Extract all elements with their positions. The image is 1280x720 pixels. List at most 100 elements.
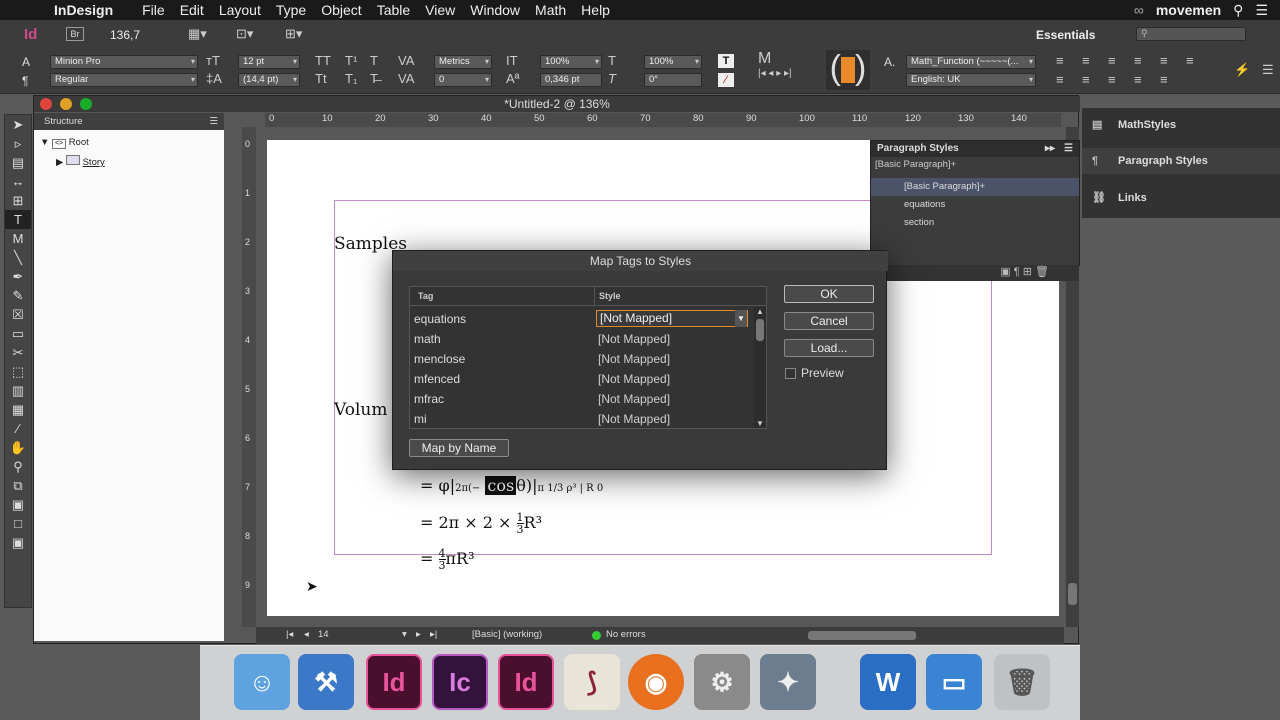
gradient-tool-icon[interactable]: ▥ — [5, 381, 31, 400]
scissors-tool-icon[interactable]: ✂ — [5, 343, 31, 362]
menu-math[interactable]: Math — [535, 2, 581, 18]
all-caps-icon[interactable]: TT — [315, 53, 331, 68]
structure-menu-icon[interactable]: ☰ — [209, 113, 218, 130]
content-collector-icon[interactable]: ⊞ — [5, 191, 31, 210]
strikethrough-icon[interactable]: T̶ — [370, 71, 378, 86]
finder-icon[interactable]: ☺ — [234, 654, 290, 710]
menu-table[interactable]: Table — [377, 2, 425, 18]
equation-1[interactable]: = φ|2π(− cos θ)|π 1/3 ρ³ | R 0 — [420, 476, 603, 495]
align-right-icon[interactable]: ≡ — [1108, 53, 1116, 68]
align-center-icon[interactable]: ≡ — [1082, 53, 1090, 68]
normal-view-icon[interactable]: □ — [5, 514, 31, 533]
align-left-icon[interactable]: ≡ — [1056, 53, 1064, 68]
new-style-icon[interactable]: ⊞ — [1023, 266, 1032, 278]
menu-edit[interactable]: Edit — [180, 2, 219, 18]
view-options-icon[interactable]: ▦▾ — [188, 26, 207, 42]
arrange-documents-icon[interactable]: ⊞▾ — [285, 26, 302, 42]
table-row[interactable]: mfrac [Not Mapped] — [410, 389, 755, 409]
fill-text-icon[interactable]: T — [718, 54, 734, 68]
note-tool-icon[interactable]: ▦ — [5, 400, 31, 419]
character-formatting-icon[interactable]: A — [22, 55, 30, 69]
gear-icon[interactable]: ⚙ — [694, 654, 750, 710]
table-row[interactable]: mfenced [Not Mapped] — [410, 369, 755, 389]
justify-left-icon[interactable]: ≡ — [1056, 72, 1064, 87]
character-style-field[interactable]: Math_Function (~~~~~(... ▾ — [906, 55, 1036, 69]
justify-icon[interactable]: ≡ — [1134, 53, 1142, 68]
page-dropdown-icon[interactable]: ▾ — [402, 629, 407, 640]
pencil-tool-icon[interactable]: ✎ — [5, 286, 31, 305]
notifications-icon[interactable]: ☰ — [1255, 2, 1268, 19]
paragraph-style-basic[interactable]: [Basic Paragraph]+ — [871, 178, 1079, 196]
paragraph-style-equations[interactable]: equations — [871, 196, 1079, 214]
map-by-name-button[interactable]: Map by Name — [409, 439, 509, 457]
panel-menu-icon[interactable]: ☰ — [1064, 141, 1073, 157]
page-tool-icon[interactable]: ▤ — [5, 153, 31, 172]
trash-icon[interactable]: 🗑 — [994, 654, 1050, 710]
indesign-icon[interactable]: Id — [366, 654, 422, 710]
collapse-triangle-icon[interactable]: ▶ — [56, 157, 63, 168]
justify-all-icon[interactable]: ≡ — [1160, 53, 1168, 68]
table-scrollbar[interactable]: ▲ ▼ — [754, 307, 766, 428]
preview-label[interactable]: Preview — [801, 366, 844, 380]
first-page-icon[interactable]: |◂ — [286, 629, 293, 640]
justify-center-icon[interactable]: ≡ — [1082, 72, 1090, 87]
skew-field[interactable]: 0° — [644, 73, 702, 87]
expand-triangle-icon[interactable]: ▼ — [40, 137, 49, 148]
align-away-spine-icon[interactable]: ≡ — [1160, 72, 1168, 87]
hand-tool-icon[interactable]: ✋ — [5, 438, 31, 457]
language-field[interactable]: English: UK ▾ — [906, 73, 1036, 87]
pen-tool-icon[interactable]: ✒ — [5, 267, 31, 286]
table-row[interactable]: mi [Not Mapped] — [410, 409, 755, 429]
new-group-icon[interactable]: ▣ — [1000, 266, 1010, 278]
preflight-profile[interactable]: [Basic] (working) — [472, 629, 542, 640]
heading-volume[interactable]: Volum — [334, 400, 387, 420]
equation-2[interactable]: = 2π × 2 × 1 3 R³ — [420, 512, 542, 535]
word-icon[interactable]: W — [860, 654, 916, 710]
menu-layout[interactable]: Layout — [219, 2, 276, 18]
preflight-status[interactable]: No errors — [606, 629, 646, 640]
scroll-down-icon[interactable]: ▼ — [756, 419, 764, 428]
stroke-none-icon[interactable]: ⁄ — [718, 73, 734, 87]
selection-tool-icon[interactable]: ➤ — [5, 115, 31, 134]
imovie-icon[interactable]: ✦ — [760, 654, 816, 710]
zoom-level[interactable]: 136,7 — [110, 28, 140, 42]
vertical-scale-field[interactable]: 100% ▾ — [540, 55, 602, 69]
menu-app[interactable]: InDesign — [54, 2, 142, 18]
quick-apply-icon[interactable]: ⚡ — [1234, 62, 1250, 78]
table-scroll-thumb[interactable] — [756, 319, 764, 341]
align-towards-spine-icon[interactable]: ≡ — [1186, 53, 1194, 68]
load-button[interactable]: Load... — [784, 339, 874, 357]
menu-object[interactable]: Object — [321, 2, 376, 18]
rectangle-frame-tool-icon[interactable]: ☒ — [5, 305, 31, 324]
last-page-icon[interactable]: ▸| — [430, 629, 437, 640]
menu-file[interactable]: File — [142, 2, 180, 18]
line-tool-icon[interactable]: ╲ — [5, 248, 31, 267]
baseline-shift-field[interactable]: 0,346 pt — [540, 73, 602, 87]
column-header-tag[interactable]: Tag — [418, 287, 433, 305]
math-m-icon[interactable]: M — [758, 50, 771, 68]
delete-style-icon[interactable]: 🗑 — [1035, 266, 1049, 278]
column-header-style[interactable]: Style — [594, 287, 621, 305]
screen-mode-tool-icon[interactable]: ▣ — [5, 533, 31, 552]
style-select-dropdown[interactable]: [Not Mapped] ▼ — [596, 310, 748, 327]
indesign-icon-2[interactable]: Id — [498, 654, 554, 710]
menu-window[interactable]: Window — [470, 2, 535, 18]
zoom-window-button[interactable] — [80, 98, 92, 110]
panel-menu-icon[interactable]: ☰ — [1262, 62, 1274, 78]
eyedropper-tool-icon[interactable]: ⁄ — [5, 419, 31, 438]
justify-right-icon[interactable]: ≡ — [1108, 72, 1116, 87]
page-number-field[interactable]: 14 — [318, 629, 329, 640]
panel-links[interactable]: ⛓ Links — [1082, 185, 1280, 211]
equation-3[interactable]: = 4 3 πR³ — [420, 548, 474, 571]
panel-paragraph-styles[interactable]: ¶ Paragraph Styles — [1082, 148, 1280, 174]
paragraph-formatting-icon[interactable]: ¶ — [22, 74, 28, 88]
horizontal-scale-field[interactable]: 100% ▾ — [644, 55, 702, 69]
leading-field[interactable]: (14,4 pt) ▾ — [238, 73, 300, 87]
small-caps-icon[interactable]: Tt — [315, 71, 327, 86]
workspace-switcher[interactable]: Essentials — [1036, 28, 1095, 42]
screen-mode-icon[interactable]: ⊡▾ — [236, 26, 253, 42]
table-row[interactable]: menclose [Not Mapped] — [410, 349, 755, 369]
tracking-field[interactable]: 0 ▾ — [434, 73, 492, 87]
direct-selection-tool-icon[interactable]: ▹ — [5, 134, 31, 153]
cancel-button[interactable]: Cancel — [784, 312, 874, 330]
